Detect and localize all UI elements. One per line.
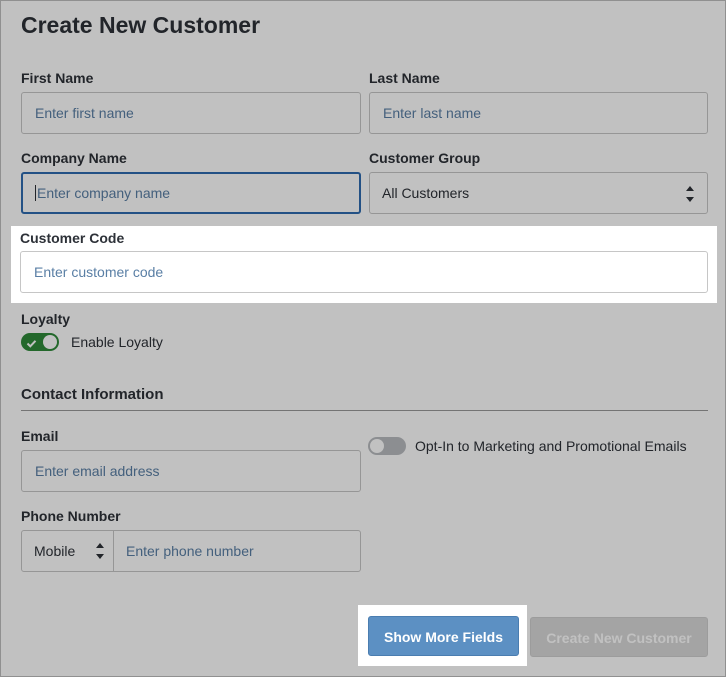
show-more-fields-button[interactable]: Show More Fields — [368, 616, 519, 656]
customer-code-placeholder: Enter customer code — [34, 264, 164, 280]
check-icon — [26, 336, 37, 354]
phone-type-select[interactable]: Mobile — [22, 531, 114, 571]
create-customer-button[interactable]: Create New Customer — [530, 617, 708, 657]
email-label: Email — [21, 428, 59, 444]
contact-section-title: Contact Information — [21, 386, 164, 403]
customer-code-label: Customer Code — [20, 230, 125, 246]
marketing-opt-in-toggle[interactable] — [368, 437, 406, 455]
last-name-label: Last Name — [369, 70, 440, 86]
phone-number-placeholder: Enter phone number — [126, 543, 254, 559]
first-name-field[interactable]: Enter first name — [21, 92, 361, 134]
company-name-placeholder: Enter company name — [37, 185, 171, 201]
page-title: Create New Customer — [21, 12, 261, 38]
section-divider — [21, 410, 708, 411]
customer-group-select[interactable]: All Customers — [369, 172, 708, 214]
toggle-knob — [370, 439, 384, 453]
phone-number-label: Phone Number — [21, 508, 121, 524]
toggle-knob — [43, 335, 57, 349]
phone-number-group: Mobile Enter phone number — [21, 530, 361, 572]
first-name-label: First Name — [21, 70, 94, 86]
customer-group-label: Customer Group — [369, 150, 481, 166]
last-name-placeholder: Enter last name — [383, 105, 482, 121]
marketing-opt-in-label: Opt-In to Marketing and Promotional Emai… — [415, 438, 687, 454]
email-placeholder: Enter email address — [35, 463, 160, 479]
customer-code-field[interactable]: Enter customer code — [20, 251, 708, 293]
select-arrows-icon — [95, 541, 105, 561]
phone-type-value: Mobile — [34, 543, 76, 559]
loyalty-toggle[interactable] — [21, 333, 59, 351]
company-name-field[interactable]: Enter company name — [21, 172, 361, 214]
loyalty-label: Loyalty — [21, 311, 71, 327]
show-more-highlight: Show More Fields — [358, 605, 527, 666]
select-arrows-icon — [685, 184, 695, 204]
company-name-label: Company Name — [21, 150, 127, 166]
last-name-field[interactable]: Enter last name — [369, 92, 708, 134]
customer-group-value: All Customers — [382, 185, 470, 201]
text-caret — [35, 185, 36, 202]
loyalty-toggle-label: Enable Loyalty — [71, 334, 163, 350]
create-customer-form: Create New Customer First Name Enter fir… — [0, 0, 726, 677]
phone-number-field[interactable]: Enter phone number — [114, 531, 360, 571]
email-field[interactable]: Enter email address — [21, 450, 361, 492]
first-name-placeholder: Enter first name — [35, 105, 134, 121]
customer-code-highlight: Customer Code Enter customer code — [11, 226, 717, 303]
